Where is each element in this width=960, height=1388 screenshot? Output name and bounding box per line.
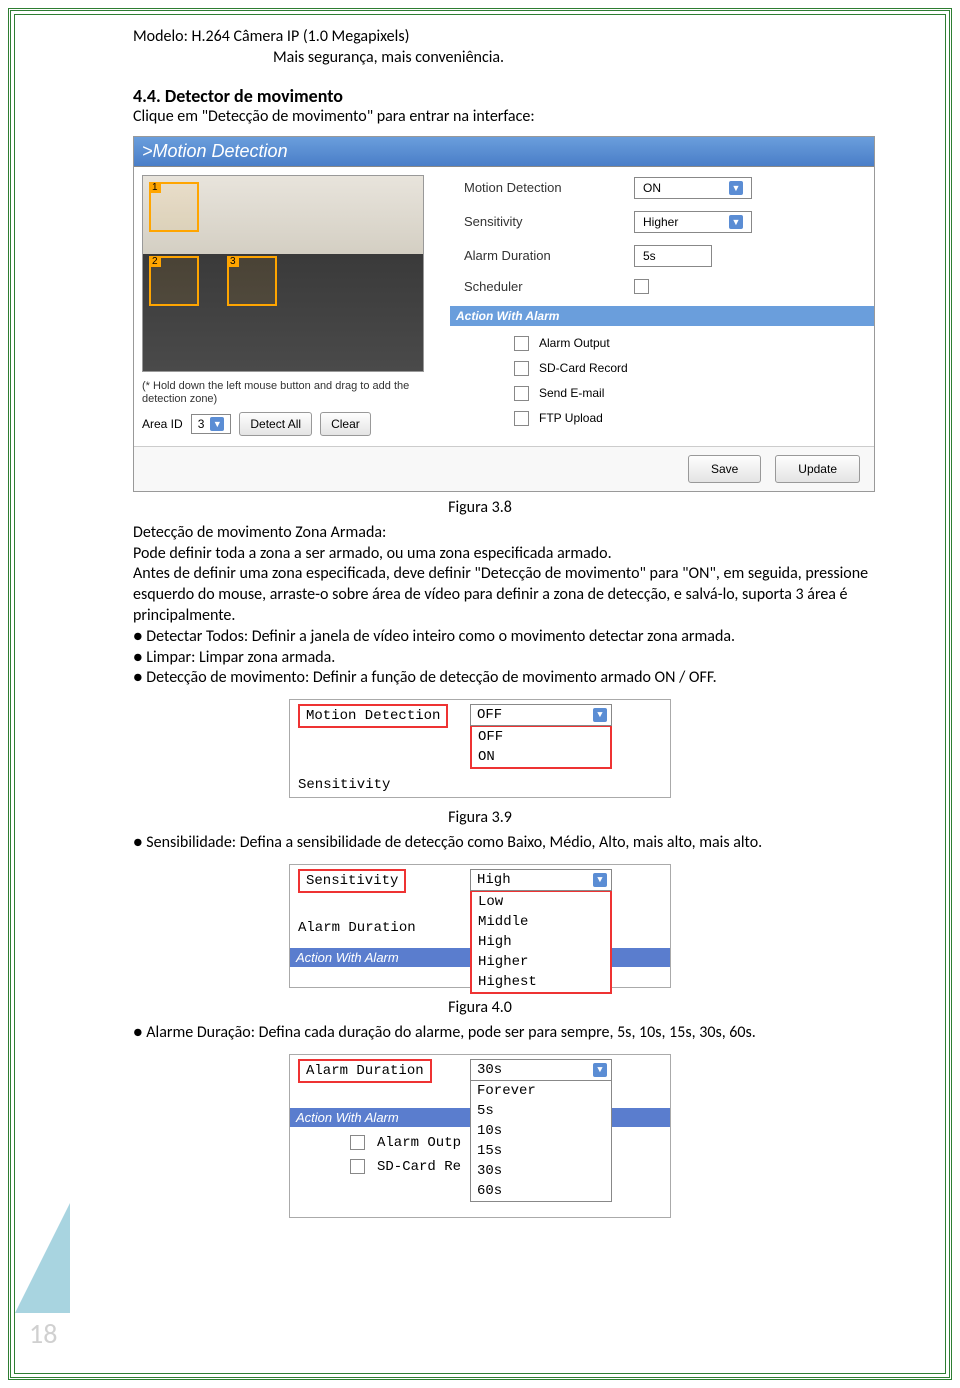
list-item[interactable]: Forever	[471, 1081, 611, 1101]
camera-preview[interactable]: 1 2 3	[142, 175, 424, 372]
list-item[interactable]: 5s	[471, 1101, 611, 1121]
clear-button[interactable]: Clear	[320, 412, 371, 436]
screenshot-motion-off: Motion Detection OFF ▼ OFF ON Sensitivit…	[289, 699, 671, 798]
list-item[interactable]: Middle	[472, 912, 610, 932]
area-id-label: Area ID	[142, 417, 183, 431]
chevron-down-icon: ▼	[210, 417, 224, 431]
motion-detection-select[interactable]: ON ▼	[634, 177, 752, 199]
scheduler-checkbox[interactable]	[634, 279, 649, 294]
area-id-select[interactable]: 3 ▼	[191, 414, 232, 434]
alarm-out-checkbox[interactable]	[350, 1135, 365, 1150]
page-number: 18	[29, 1316, 57, 1351]
ftp-upload-checkbox[interactable]	[514, 411, 529, 426]
chevron-down-icon: ▼	[729, 215, 743, 229]
list-item[interactable]: 10s	[471, 1121, 611, 1141]
motion-label-hl: Motion Detection	[298, 704, 448, 728]
figure-caption-40: Figura 4.0	[33, 998, 927, 1017]
figure-caption-39: Figura 3.9	[33, 808, 927, 827]
list-item[interactable]: OFF	[472, 727, 610, 747]
send-email-checkbox[interactable]	[514, 386, 529, 401]
detect-all-button[interactable]: Detect All	[239, 412, 312, 436]
list-item[interactable]: ON	[472, 747, 610, 767]
panel-title: >Motion Detection	[134, 137, 874, 167]
screenshot-sensitivity: Sensitivity High ▼ Low Middle High Highe…	[289, 864, 671, 988]
sdcard-record-checkbox[interactable]	[514, 361, 529, 376]
motion-detection-label: Motion Detection	[464, 180, 634, 195]
sensitivity-label-2: Sensitivity	[298, 777, 458, 793]
alarm-out-label: Alarm Outp	[377, 1135, 461, 1151]
sensitivity-select[interactable]: Higher ▼	[634, 211, 752, 233]
zone-label-3: 3	[227, 256, 239, 267]
header-tagline: Mais segurança, mais conveniência.	[273, 48, 927, 67]
list-item[interactable]: 60s	[471, 1181, 611, 1201]
screenshot-motion-detection: >Motion Detection 1 2 3 (* Hold down the…	[133, 136, 875, 492]
motion-off-select[interactable]: OFF ▼	[470, 704, 612, 726]
hold-note: (* Hold down the left mouse button and d…	[142, 380, 442, 406]
sdcard-checkbox-4[interactable]	[350, 1159, 365, 1174]
list-item[interactable]: High	[472, 932, 610, 952]
alarm-options-list[interactable]: Forever 5s 10s 15s 30s 60s	[470, 1080, 612, 1202]
chevron-down-icon: ▼	[593, 873, 607, 887]
action-with-alarm-header: Action With Alarm	[450, 306, 874, 326]
section-intro: Clique em "Detecção de movimento" para e…	[133, 107, 907, 128]
sensitivity-value: Higher	[643, 215, 678, 229]
sensitivity-high-value: High	[477, 872, 511, 888]
sdcard-label-4: SD-Card Re	[377, 1159, 461, 1175]
update-button[interactable]: Update	[775, 455, 860, 483]
list-item[interactable]: 15s	[471, 1141, 611, 1161]
list-item[interactable]: Low	[472, 892, 610, 912]
sensitivity-label-hl: Sensitivity	[298, 869, 406, 893]
motion-off-value: OFF	[477, 707, 502, 723]
alarm-output-label: Alarm Output	[539, 336, 610, 350]
sensitivity-label: Sensitivity	[464, 214, 634, 229]
alarm-duration-label: Alarm Duration	[464, 248, 634, 263]
bullet-3: ● Detecção de movimento: Definir a funçã…	[133, 668, 907, 689]
send-email-label: Send E-mail	[539, 386, 604, 400]
zona-line2: Antes de definir uma zona especificada, …	[133, 564, 907, 626]
sensitivity-high-select[interactable]: High ▼	[470, 869, 612, 891]
bullet-5: ● Alarme Duração: Defina cada duração do…	[133, 1023, 907, 1044]
sdcard-record-label: SD-Card Record	[539, 361, 628, 375]
alarm-duration-30s-value: 30s	[477, 1062, 502, 1078]
bullet-4: ● Sensibilidade: Defina a sensibilidade …	[133, 833, 907, 854]
alarm-duration-value: 5s	[643, 249, 656, 263]
alarm-duration-label-hl: Alarm Duration	[298, 1059, 432, 1083]
list-item[interactable]: Higher	[472, 952, 610, 972]
alarm-output-checkbox[interactable]	[514, 336, 529, 351]
motion-options-list[interactable]: OFF ON	[470, 725, 612, 769]
screenshot-alarm-duration: Alarm Duration 30s ▼ Forever 5s 10s 15s …	[289, 1054, 671, 1218]
bullet-1: ● Detectar Todos: Definir a janela de ví…	[133, 627, 907, 648]
chevron-down-icon: ▼	[593, 1063, 607, 1077]
scheduler-label: Scheduler	[464, 279, 634, 294]
section-title: 4.4. Detector de movimento	[133, 85, 927, 107]
page-decoration	[15, 1203, 70, 1313]
ftp-upload-label: FTP Upload	[539, 411, 603, 425]
area-id-value: 3	[198, 417, 205, 431]
motion-detection-value: ON	[643, 181, 661, 195]
chevron-down-icon: ▼	[593, 708, 607, 722]
sensitivity-options-list[interactable]: Low Middle High Higher Highest	[470, 890, 612, 994]
chevron-down-icon: ▼	[729, 181, 743, 195]
alarm-duration-label-3: Alarm Duration	[298, 920, 458, 936]
alarm-duration-select[interactable]: 5s	[634, 245, 712, 267]
list-item[interactable]: Highest	[472, 972, 610, 992]
zone-label-1: 1	[149, 182, 161, 193]
zone-label-2: 2	[149, 256, 161, 267]
alarm-duration-30s-select[interactable]: 30s ▼	[470, 1059, 612, 1081]
header-model: Modelo: H.264 Câmera IP (1.0 Megapixels)	[133, 27, 927, 46]
bullet-2: ● Limpar: Limpar zona armada.	[133, 648, 907, 669]
zona-line1: Pode definir toda a zona a ser armado, o…	[133, 544, 907, 565]
figure-caption-38: Figura 3.8	[33, 498, 927, 517]
zona-title: Detecção de movimento Zona Armada:	[133, 523, 907, 544]
save-button[interactable]: Save	[688, 455, 761, 483]
list-item[interactable]: 30s	[471, 1161, 611, 1181]
